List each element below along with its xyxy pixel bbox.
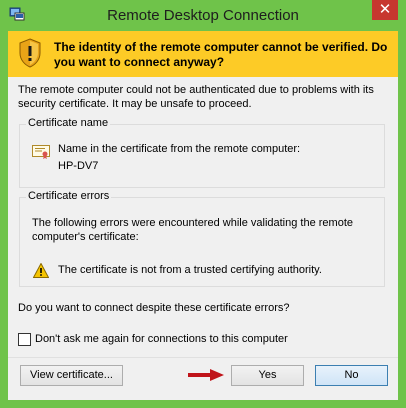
dont-ask-label[interactable]: Don't ask me again for connections to th… [35, 333, 288, 345]
dialog-body: The identity of the remote computer cann… [8, 31, 398, 400]
warning-triangle-icon [33, 263, 49, 278]
close-button[interactable]: ✕ [372, 0, 398, 20]
red-arrow-icon [188, 369, 224, 381]
certificate-errors-intro: The following errors were encountered wh… [32, 217, 354, 243]
yes-button[interactable]: Yes [231, 365, 304, 386]
certificate-name-label: Certificate name [26, 117, 111, 129]
auth-message: The remote computer could not be authent… [18, 84, 374, 110]
certificate-errors-group: Certificate errors The following errors … [19, 190, 385, 287]
certificate-name-value: HP-DV7 [58, 160, 99, 172]
warning-banner: The identity of the remote computer cann… [8, 31, 398, 77]
connect-question: Do you want to connect despite these cer… [18, 302, 290, 314]
certificate-name-group: Certificate name Name in the certificate… [19, 117, 385, 188]
certificate-error-item: The certificate is not from a trusted ce… [58, 264, 322, 276]
dont-ask-checkbox[interactable] [18, 333, 31, 346]
window-title: Remote Desktop Connection [107, 7, 299, 24]
dialog-window: Remote Desktop Connection ✕ The identity… [0, 0, 406, 408]
certificate-icon [32, 145, 50, 159]
warning-title: The identity of the remote computer cann… [54, 40, 388, 69]
no-button[interactable]: No [315, 365, 388, 386]
shield-warning-icon [19, 38, 41, 68]
footer-divider [8, 357, 398, 358]
certificate-name-description: Name in the certificate from the remote … [58, 143, 301, 155]
view-certificate-button[interactable]: View certificate... [20, 365, 123, 386]
title-bar[interactable]: Remote Desktop Connection ✕ [0, 0, 406, 32]
certificate-errors-label: Certificate errors [26, 190, 112, 202]
